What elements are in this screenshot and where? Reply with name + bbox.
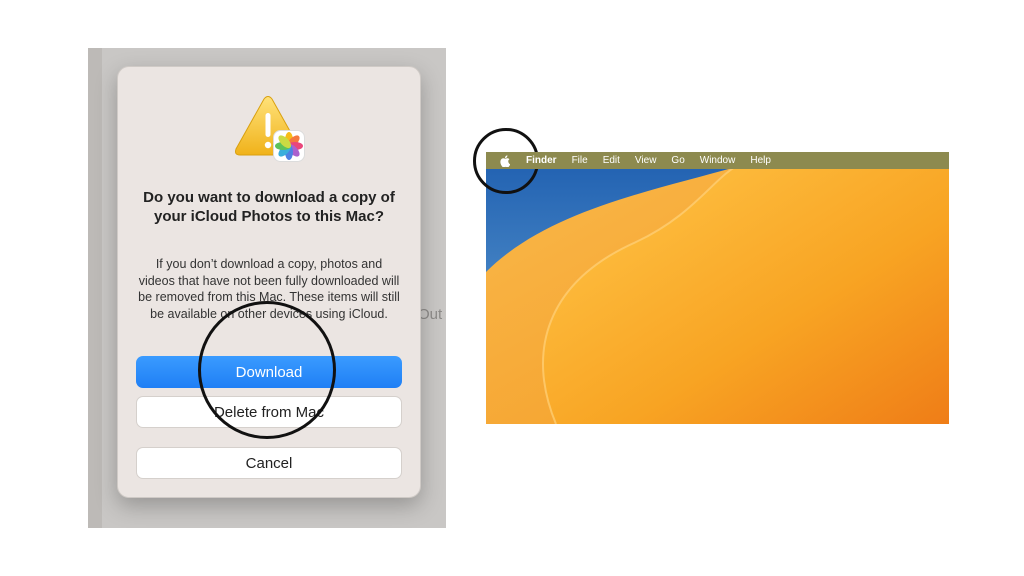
menu-help[interactable]: Help	[750, 155, 771, 166]
menu-window[interactable]: Window	[700, 155, 736, 166]
photos-app-icon	[273, 130, 305, 162]
menu-view[interactable]: View	[635, 155, 657, 166]
icloud-photos-dialog: Do you want to download a copy of your i…	[117, 66, 421, 498]
cancel-button[interactable]: Cancel	[136, 447, 402, 479]
desktop-screenshot: Finder File Edit View Go Window Help	[486, 152, 949, 424]
dialog-title: Do you want to download a copy of your i…	[143, 189, 395, 225]
apple-logo-icon[interactable]	[500, 154, 510, 167]
menu-file[interactable]: File	[572, 155, 588, 166]
window-edge	[88, 48, 102, 528]
dialog-message: If you don’t download a copy, photos and…	[138, 257, 400, 321]
download-button[interactable]: Download	[136, 356, 402, 388]
menu-bar: Finder File Edit View Go Window Help	[486, 152, 949, 169]
menu-go[interactable]: Go	[671, 155, 684, 166]
background-text: Out	[418, 306, 443, 323]
ventura-wallpaper	[486, 152, 949, 424]
menu-finder[interactable]: Finder	[526, 155, 557, 166]
delete-from-mac-button[interactable]: Delete from Mac	[136, 396, 402, 428]
menu-edit[interactable]: Edit	[603, 155, 620, 166]
dialog-screenshot: Out Do you want to download a copy of yo…	[88, 48, 446, 528]
